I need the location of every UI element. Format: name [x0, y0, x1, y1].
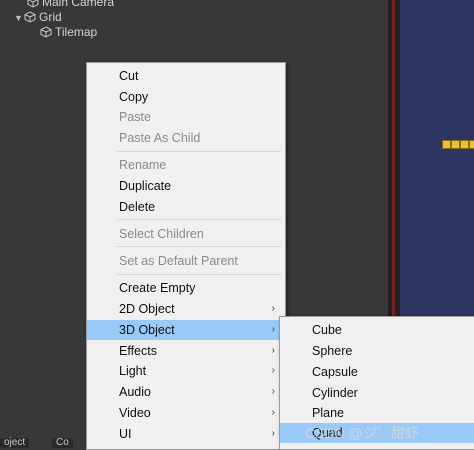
menu-item-paste: Paste — [119, 110, 151, 124]
submenu-arrow-icon: › — [271, 365, 275, 376]
menu-item-rename: Rename — [119, 158, 167, 172]
menu-item-2d-object[interactable]: 2D Object › — [87, 299, 285, 319]
menu-separator — [117, 151, 281, 152]
tree-item-label: Main Camera — [42, 0, 115, 9]
menu-item-duplicate[interactable]: Duplicate — [87, 176, 285, 196]
menu-item-create-empty[interactable]: Create Empty — [87, 278, 285, 298]
menu-item-3d-object[interactable]: 3D Object › — [87, 320, 285, 340]
menu-item-cylinder[interactable]: Cylinder — [280, 383, 474, 403]
menu-item-label: Video — [119, 406, 151, 420]
menu-item-cube[interactable]: Cube — [280, 320, 474, 340]
menu-separator — [117, 246, 281, 247]
watermark: CSDN @ジ゛甜虾 — [305, 425, 419, 441]
menu-item-copy[interactable]: Copy — [87, 87, 285, 107]
menu-item-ui[interactable]: UI › — [87, 424, 285, 444]
tree-item-label: Tilemap — [55, 25, 98, 39]
tree-item-label: Grid — [39, 10, 62, 24]
menu-item-label: Audio — [119, 385, 151, 399]
gameobject-icon — [27, 0, 39, 8]
menu-item-delete[interactable]: Delete — [87, 197, 285, 217]
menu-item-label: 2D Object — [119, 302, 175, 316]
gameobject-icon — [40, 26, 52, 38]
menu-item-label: UI — [119, 427, 132, 441]
menu-item-label: 3D Object — [119, 323, 175, 337]
submenu-arrow-icon: › — [271, 428, 275, 439]
submenu-arrow-icon: › — [271, 303, 275, 314]
tree-item-grid[interactable]: ▼ Grid — [14, 9, 62, 25]
submenu-arrow-icon: › — [271, 345, 275, 356]
menu-separator — [117, 274, 281, 275]
menu-item-video[interactable]: Video › — [87, 403, 285, 423]
tilemap-tiles — [442, 140, 474, 150]
gameobject-icon — [24, 11, 36, 23]
menu-item-effects[interactable]: Effects › — [87, 341, 285, 361]
menu-item-select-children: Select Children — [119, 227, 204, 241]
tile — [442, 140, 451, 149]
expand-triangle-icon[interactable]: ▼ — [14, 10, 24, 26]
tab-console[interactable]: Co — [52, 438, 73, 448]
tile — [451, 140, 460, 149]
tile — [469, 140, 474, 149]
menu-item-sphere[interactable]: Sphere — [280, 341, 474, 361]
menu-item-light[interactable]: Light › — [87, 361, 285, 381]
menu-item-cut[interactable]: Cut — [87, 66, 285, 86]
submenu-arrow-icon: › — [271, 386, 275, 397]
menu-item-set-default-parent: Set as Default Parent — [119, 254, 238, 268]
menu-item-plane[interactable]: Plane — [280, 403, 474, 423]
menu-item-paste-as-child: Paste As Child — [119, 131, 201, 145]
menu-separator — [117, 219, 281, 220]
submenu-arrow-icon: › — [271, 407, 275, 418]
menu-item-capsule[interactable]: Capsule — [280, 362, 474, 382]
context-menu: Cut Copy Paste Paste As Child Rename Dup… — [86, 62, 286, 450]
menu-item-audio[interactable]: Audio › — [87, 382, 285, 402]
tile — [460, 140, 469, 149]
menu-item-label: Effects — [119, 344, 157, 358]
tree-item-tilemap[interactable]: Tilemap — [40, 24, 97, 40]
submenu-arrow-icon: › — [271, 324, 275, 335]
menu-item-label: Light — [119, 364, 147, 378]
tab-project[interactable]: oject — [0, 438, 30, 448]
